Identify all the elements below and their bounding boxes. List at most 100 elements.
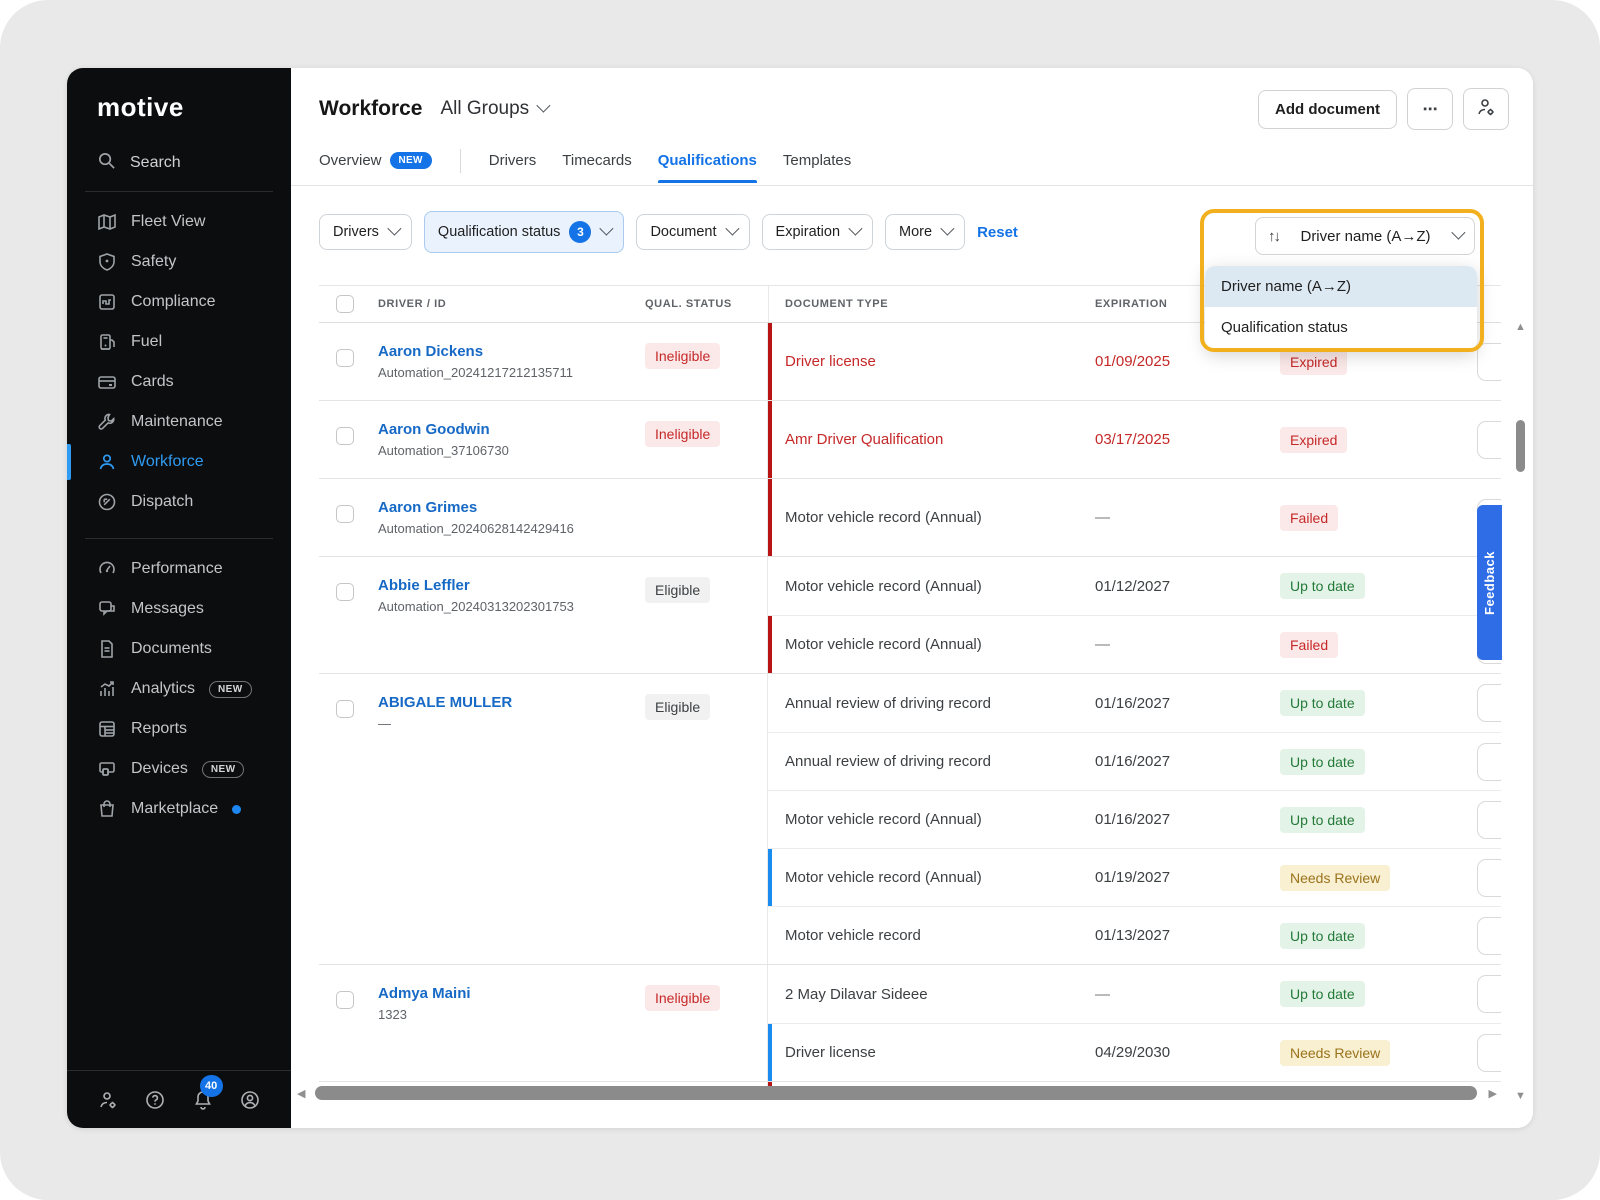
divider: [85, 538, 273, 539]
document-row[interactable]: Motor vehicle record (Annual) 01/16/2027…: [768, 790, 1501, 848]
row-action-button[interactable]: [1477, 684, 1501, 722]
new-badge: NEW: [209, 681, 252, 698]
document-row[interactable]: Annual review of driving record 01/16/20…: [768, 674, 1501, 732]
sidebar-item-dispatch[interactable]: Dispatch: [67, 482, 291, 522]
tab-qualifications[interactable]: Qualifications: [658, 152, 757, 183]
expiration-date: 01/12/2027: [1095, 578, 1280, 595]
group-filter-dropdown[interactable]: All Groups: [440, 98, 547, 120]
sidebar-item-fleet-view[interactable]: Fleet View: [67, 202, 291, 242]
tab-templates[interactable]: Templates: [783, 152, 851, 183]
sidebar-item-label: Messages: [131, 600, 204, 618]
vertical-scrollbar-thumb[interactable]: [1516, 420, 1525, 472]
row-action-button[interactable]: [1477, 343, 1501, 381]
tab-overview[interactable]: Overview NEW: [319, 152, 432, 183]
filter-document[interactable]: Document: [636, 214, 749, 250]
driver-name-link[interactable]: Aaron Goodwin: [378, 421, 509, 438]
divider: [768, 286, 769, 322]
sidebar-item-reports[interactable]: Reports: [67, 709, 291, 749]
document-row[interactable]: Amr Driver Qualification 03/17/2025 Expi…: [768, 401, 1501, 478]
column-header-driver: DRIVER / ID: [378, 298, 446, 310]
horizontal-scrollbar-thumb[interactable]: [315, 1086, 1476, 1100]
document-row[interactable]: Motor vehicle record (Annual) — Failed: [768, 479, 1501, 556]
divider: [85, 191, 273, 192]
analytics-icon: [97, 679, 117, 699]
notification-dot: [232, 805, 241, 814]
document-row[interactable]: Driver license 04/29/2030 Needs Review: [768, 1023, 1501, 1081]
tab-drivers[interactable]: Drivers: [489, 152, 537, 183]
sort-option-qualification-status[interactable]: Qualification status: [1205, 307, 1477, 348]
document-row[interactable]: Motor vehicle record (Annual) 01/19/2027…: [768, 848, 1501, 906]
row-checkbox[interactable]: [336, 991, 354, 1009]
add-document-button[interactable]: Add document: [1258, 90, 1397, 129]
sidebar-item-analytics[interactable]: Analytics NEW: [67, 669, 291, 709]
row-action-button[interactable]: [1477, 917, 1501, 955]
row-checkbox[interactable]: [336, 349, 354, 367]
more-options-button[interactable]: ⋯: [1407, 88, 1453, 130]
driver-name-link[interactable]: Aaron Dickens: [378, 343, 573, 360]
user-settings-button[interactable]: [1463, 88, 1509, 130]
sidebar-item-messages[interactable]: Messages: [67, 589, 291, 629]
review-bar: [768, 849, 772, 906]
driver-name-link[interactable]: ABIGALE MULLER: [378, 694, 512, 711]
sidebar-item-fuel[interactable]: Fuel: [67, 322, 291, 362]
document-type: Motor vehicle record (Annual): [785, 509, 1095, 526]
sidebar-search[interactable]: Search: [97, 151, 291, 175]
sidebar-item-safety[interactable]: Safety: [67, 242, 291, 282]
filter-qualification-status[interactable]: Qualification status 3: [424, 211, 625, 253]
scroll-left-icon[interactable]: ◀: [297, 1087, 305, 1100]
filter-expiration[interactable]: Expiration: [762, 214, 873, 250]
document-icon: [97, 639, 117, 659]
row-action-button[interactable]: [1477, 421, 1501, 459]
sort-dropdown-button[interactable]: ↑↓ Driver name (A→Z): [1255, 217, 1475, 255]
reset-filters-link[interactable]: Reset: [977, 224, 1018, 241]
column-header-document-type: DOCUMENT TYPE: [785, 298, 888, 310]
feedback-tab[interactable]: Feedback: [1477, 505, 1502, 660]
row-action-button[interactable]: [1477, 859, 1501, 897]
sidebar-item-cards[interactable]: Cards: [67, 362, 291, 402]
document-row[interactable]: Motor vehicle record (Annual) 01/12/2027…: [768, 557, 1501, 615]
row-checkbox[interactable]: [336, 583, 354, 601]
filter-drivers[interactable]: Drivers: [319, 214, 412, 250]
driver-group-row: Admya Maini 1323 Ineligible 2 May Dilava…: [319, 965, 1501, 1082]
document-row[interactable]: Annual review of driving record 01/16/20…: [768, 732, 1501, 790]
driver-cell: Abbie Leffler Automation_202403132023017…: [319, 557, 768, 673]
row-action-button[interactable]: [1477, 801, 1501, 839]
desktop-background: motive Search Fleet View Safety Complian…: [0, 0, 1600, 1200]
document-row[interactable]: Motor vehicle record 01/13/2027 Up to da…: [768, 906, 1501, 964]
help-icon[interactable]: [144, 1089, 166, 1111]
row-action-button[interactable]: [1477, 743, 1501, 781]
document-row[interactable]: Motor vehicle record (Annual) — Failed: [768, 615, 1501, 673]
scroll-down-icon[interactable]: ▼: [1515, 1090, 1526, 1102]
sidebar-item-workforce[interactable]: Workforce: [67, 442, 291, 482]
sidebar-item-maintenance[interactable]: Maintenance: [67, 402, 291, 442]
select-all-checkbox[interactable]: [336, 295, 354, 313]
sidebar-item-performance[interactable]: Performance: [67, 549, 291, 589]
document-type: Motor vehicle record: [785, 927, 1095, 944]
horizontal-scrollbar[interactable]: ◀ ▶: [297, 1086, 1497, 1100]
account-icon[interactable]: [239, 1089, 261, 1111]
filter-count-badge: 3: [569, 221, 591, 243]
scroll-up-icon[interactable]: ▲: [1515, 321, 1526, 333]
document-row[interactable]: 2 May Dilavar Sideee — Up to date: [768, 965, 1501, 1023]
row-checkbox[interactable]: [336, 505, 354, 523]
sort-option-driver-name[interactable]: Driver name (A→Z): [1205, 266, 1477, 307]
row-action-button[interactable]: [1477, 1034, 1501, 1072]
notifications-bell-icon[interactable]: 40: [192, 1089, 214, 1111]
sidebar-item-compliance[interactable]: Compliance: [67, 282, 291, 322]
row-checkbox[interactable]: [336, 427, 354, 445]
filter-more[interactable]: More: [885, 214, 965, 250]
sidebar-item-devices[interactable]: Devices NEW: [67, 749, 291, 789]
admin-settings-icon[interactable]: [97, 1089, 119, 1111]
driver-name-link[interactable]: Admya Maini: [378, 985, 471, 1002]
vertical-scrollbar[interactable]: ▲ ▼: [1511, 323, 1531, 1100]
sidebar-item-documents[interactable]: Documents: [67, 629, 291, 669]
sidebar-item-marketplace[interactable]: Marketplace: [67, 789, 291, 829]
row-action-button[interactable]: [1477, 975, 1501, 1013]
tab-timecards[interactable]: Timecards: [562, 152, 631, 183]
driver-name-link[interactable]: Abbie Leffler: [378, 577, 574, 594]
driver-id: Automation_20240313202301753: [378, 599, 574, 614]
scroll-right-icon[interactable]: ▶: [1489, 1087, 1497, 1100]
driver-name-link[interactable]: Aaron Grimes: [378, 499, 574, 516]
row-checkbox[interactable]: [336, 700, 354, 718]
status-badge: Up to date: [1280, 923, 1365, 949]
